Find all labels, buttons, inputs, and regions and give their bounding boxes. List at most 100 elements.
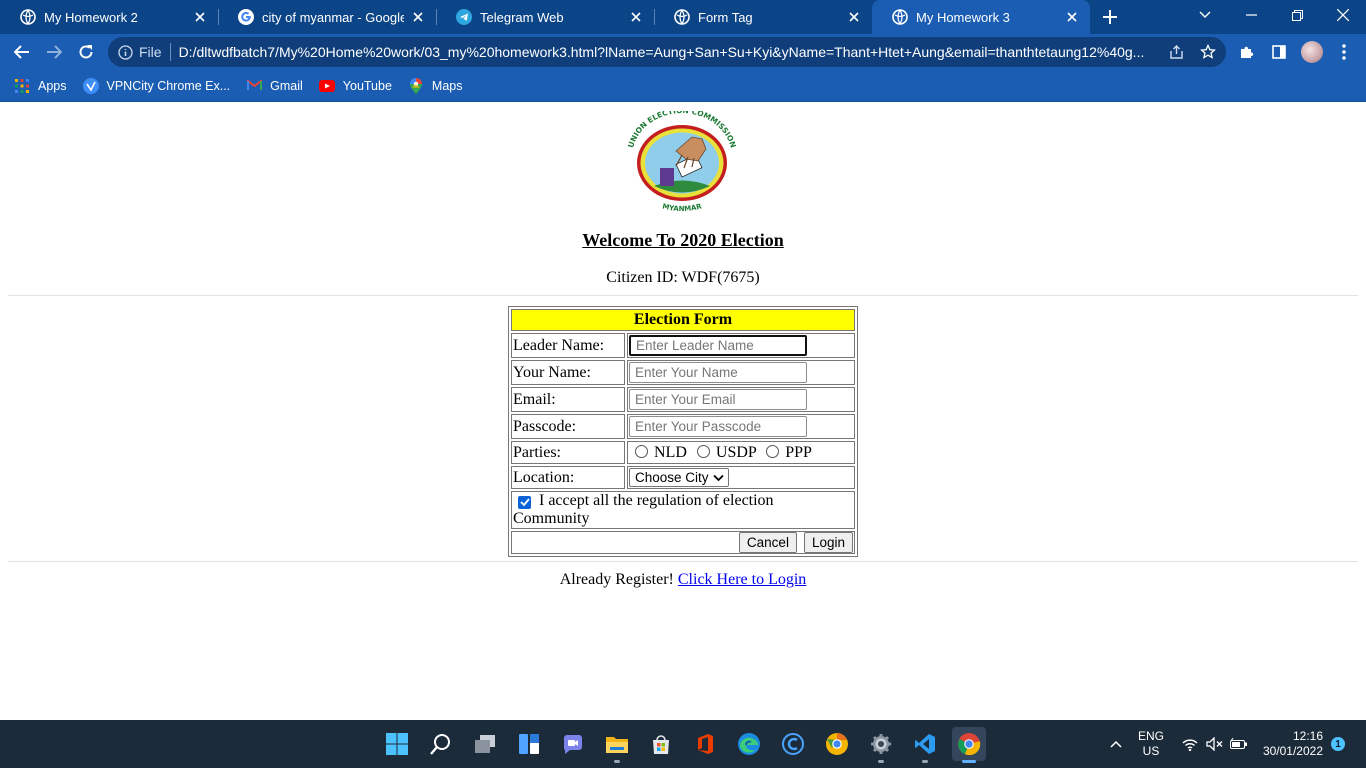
forward-button[interactable] xyxy=(40,38,68,66)
ccleaner-icon[interactable] xyxy=(776,727,810,761)
accept-checkbox[interactable] xyxy=(518,495,531,509)
office-icon[interactable] xyxy=(688,727,722,761)
side-panel-icon xyxy=(1272,45,1286,59)
tab-strip: My Homework 2 city of myanmar - Google S… xyxy=(0,0,1366,34)
share-icon xyxy=(1169,44,1183,59)
vscode-icon[interactable] xyxy=(908,727,942,763)
register-line: Already Register! Click Here to Login xyxy=(0,571,1366,589)
widgets-icon[interactable] xyxy=(512,727,546,761)
close-icon xyxy=(1337,9,1349,21)
file-explorer-icon[interactable] xyxy=(600,727,634,763)
election-commission-logo: UNION ELECTION COMMISSION MYANMAR xyxy=(626,111,738,213)
bookmark-star-button[interactable] xyxy=(1194,38,1222,66)
election-form: Election Form Leader Name: Your Name: Em… xyxy=(508,306,858,557)
url-text[interactable]: D:/dltwdfbatch7/My%20Home%20work/03_my%2… xyxy=(179,44,1154,60)
extensions-button[interactable] xyxy=(1233,38,1261,66)
chevron-down-icon xyxy=(1199,11,1211,18)
edge-icon[interactable] xyxy=(732,727,766,761)
divider xyxy=(8,561,1358,562)
language-text: ENG xyxy=(1138,729,1165,743)
chevron-up-icon xyxy=(1110,740,1122,748)
vpncity-icon xyxy=(82,77,99,94)
close-icon[interactable] xyxy=(192,9,208,25)
minimize-icon xyxy=(1245,14,1257,16)
chrome-canary-icon[interactable] xyxy=(820,727,854,761)
close-icon[interactable] xyxy=(410,9,426,25)
info-icon[interactable] xyxy=(118,44,133,60)
register-text: Already Register! xyxy=(559,571,674,588)
cancel-button[interactable]: Cancel xyxy=(738,532,797,553)
restore-icon xyxy=(1291,9,1303,21)
login-button[interactable]: Login xyxy=(803,532,853,553)
bookmark-vpncity[interactable]: VPNCity Chrome Ex... xyxy=(82,77,230,94)
chrome-icon[interactable] xyxy=(952,727,986,763)
tab-search-button[interactable] xyxy=(1182,0,1228,30)
browser-toolbar: File D:/dltwdfbatch7/My%20Home%20work/03… xyxy=(0,34,1366,70)
tab-my-homework-3[interactable]: My Homework 3 xyxy=(872,0,1090,34)
email-input[interactable] xyxy=(629,389,807,410)
close-icon[interactable] xyxy=(628,9,644,25)
passcode-input[interactable] xyxy=(629,416,807,437)
profile-avatar[interactable] xyxy=(1301,41,1323,63)
minimize-button[interactable] xyxy=(1228,0,1274,30)
login-link[interactable]: Click Here to Login xyxy=(678,571,806,588)
globe-icon xyxy=(674,9,690,25)
back-button[interactable] xyxy=(8,38,36,66)
select-value: Choose City xyxy=(635,470,709,485)
task-view-icon[interactable] xyxy=(468,727,502,761)
gmail-icon xyxy=(246,78,262,94)
notification-center-button[interactable]: 1 xyxy=(1331,720,1345,768)
close-icon[interactable] xyxy=(1064,9,1080,25)
radio-ppp[interactable] xyxy=(766,444,780,458)
check-icon xyxy=(519,498,530,506)
tab-form-tag[interactable]: Form Tag xyxy=(654,0,872,34)
tab-my-homework-2[interactable]: My Homework 2 xyxy=(0,0,218,34)
plus-icon xyxy=(1103,10,1117,24)
search-icon[interactable] xyxy=(424,727,458,761)
restore-button[interactable] xyxy=(1274,0,1320,30)
settings-icon[interactable] xyxy=(864,727,898,763)
bookmark-label: Apps xyxy=(38,78,67,93)
your-name-label: Your Name: xyxy=(511,360,625,385)
star-icon xyxy=(1200,44,1216,59)
wifi-icon[interactable] xyxy=(1182,720,1198,768)
city-select[interactable]: Choose City xyxy=(629,468,729,487)
speaker-muted-icon[interactable] xyxy=(1206,720,1224,768)
radio-nld[interactable] xyxy=(635,444,648,458)
bookmark-apps[interactable]: Apps xyxy=(14,78,67,94)
leader-name-input[interactable] xyxy=(629,335,807,356)
show-hidden-icons-button[interactable] xyxy=(1110,720,1122,768)
battery-icon[interactable] xyxy=(1230,720,1248,768)
new-tab-button[interactable] xyxy=(1090,0,1130,34)
close-icon[interactable] xyxy=(846,9,862,25)
address-bar[interactable]: File D:/dltwdfbatch7/My%20Home%20work/03… xyxy=(108,37,1226,67)
bookmark-youtube[interactable]: YouTube xyxy=(318,78,392,94)
notification-badge: 1 xyxy=(1331,737,1345,751)
email-label: Email: xyxy=(511,387,625,412)
clock[interactable]: 12:16 30/01/2022 xyxy=(1259,720,1323,768)
language-indicator[interactable]: ENG US xyxy=(1138,720,1164,768)
tab-title: Telegram Web xyxy=(480,9,564,25)
teams-chat-icon[interactable] xyxy=(556,727,590,761)
share-button[interactable] xyxy=(1162,38,1190,66)
taskbar: ENG US 12:16 30/01/2022 1 xyxy=(0,720,1366,768)
parties-label: Parties: xyxy=(511,441,625,464)
close-window-button[interactable] xyxy=(1320,0,1366,30)
actions-row: Cancel Login xyxy=(511,531,855,554)
your-name-input[interactable] xyxy=(629,362,807,383)
running-indicator xyxy=(878,760,884,763)
bookmark-gmail[interactable]: Gmail xyxy=(246,78,303,94)
tab-telegram-web[interactable]: Telegram Web xyxy=(436,0,654,34)
windows-start-icon[interactable] xyxy=(380,727,414,761)
menu-button[interactable] xyxy=(1330,38,1358,66)
youtube-icon xyxy=(318,78,335,94)
page-title: Welcome To 2020 Election xyxy=(582,230,784,250)
arrow-right-icon xyxy=(47,45,62,59)
side-panel-button[interactable] xyxy=(1265,38,1293,66)
microsoft-store-icon[interactable] xyxy=(644,727,678,761)
tab-google-search[interactable]: city of myanmar - Google Se xyxy=(218,0,436,34)
chevron-down-icon xyxy=(712,474,724,481)
reload-button[interactable] xyxy=(72,38,100,66)
radio-usdp[interactable] xyxy=(696,444,710,458)
bookmark-maps[interactable]: Maps xyxy=(408,77,463,94)
